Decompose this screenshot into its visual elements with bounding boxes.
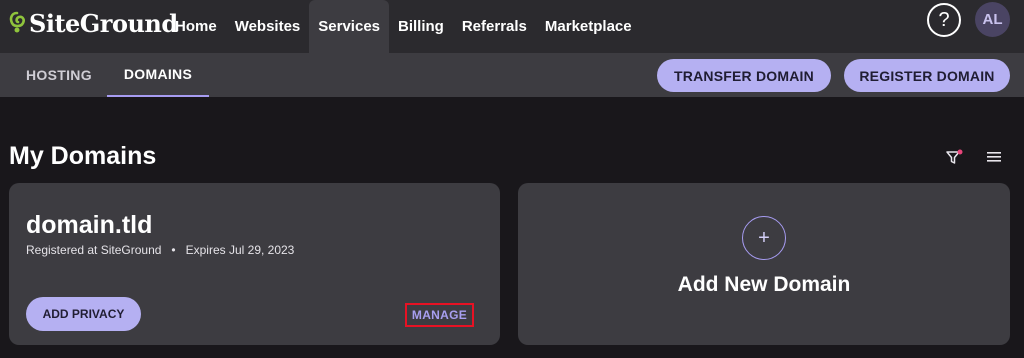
add-domain-title[interactable]: Add New Domain xyxy=(518,273,1010,297)
nav-marketplace[interactable]: Marketplace xyxy=(536,0,641,53)
tab-hosting[interactable]: HOSTING xyxy=(26,53,92,97)
registrar-text: Registered at SiteGround xyxy=(26,243,162,257)
tab-domains[interactable]: DOMAINS xyxy=(107,53,209,97)
filter-icon[interactable] xyxy=(945,148,963,166)
user-avatar[interactable]: AL xyxy=(975,2,1010,37)
main-nav: Home Websites Services Billing Referrals… xyxy=(166,0,641,53)
register-domain-button[interactable]: REGISTER DOMAIN xyxy=(844,59,1010,92)
logo-text: SiteGround xyxy=(29,8,178,38)
expiry-text: Expires Jul 29, 2023 xyxy=(185,243,295,257)
help-button[interactable]: ? xyxy=(927,3,961,37)
list-view-icon[interactable] xyxy=(986,150,1002,164)
nav-websites[interactable]: Websites xyxy=(226,0,310,53)
domain-name: domain.tld xyxy=(26,211,153,239)
top-navigation-bar: SiteGround Home Websites Services Billin… xyxy=(0,0,1024,53)
nav-billing[interactable]: Billing xyxy=(389,0,453,53)
plus-icon[interactable]: + xyxy=(742,216,786,260)
siteground-logo[interactable]: SiteGround xyxy=(8,8,178,38)
page-title: My Domains xyxy=(9,142,157,170)
manage-button[interactable]: MANAGE xyxy=(405,303,474,327)
sub-navigation-bar: HOSTING DOMAINS TRANSFER DOMAIN REGISTER… xyxy=(0,53,1024,97)
add-domain-card[interactable]: + Add New Domain xyxy=(518,183,1010,345)
help-icon: ? xyxy=(938,8,950,31)
siteground-logo-icon xyxy=(9,11,25,33)
nav-referrals[interactable]: Referrals xyxy=(453,0,536,53)
nav-home[interactable]: Home xyxy=(166,0,226,53)
nav-services[interactable]: Services xyxy=(309,0,390,53)
add-privacy-button[interactable]: ADD PRIVACY xyxy=(26,297,141,331)
domain-meta: Registered at SiteGround • Expires Jul 2… xyxy=(26,243,294,257)
domain-card: domain.tld Registered at SiteGround • Ex… xyxy=(9,183,500,345)
separator-dot: • xyxy=(171,243,176,257)
transfer-domain-button[interactable]: TRANSFER DOMAIN xyxy=(657,59,831,92)
